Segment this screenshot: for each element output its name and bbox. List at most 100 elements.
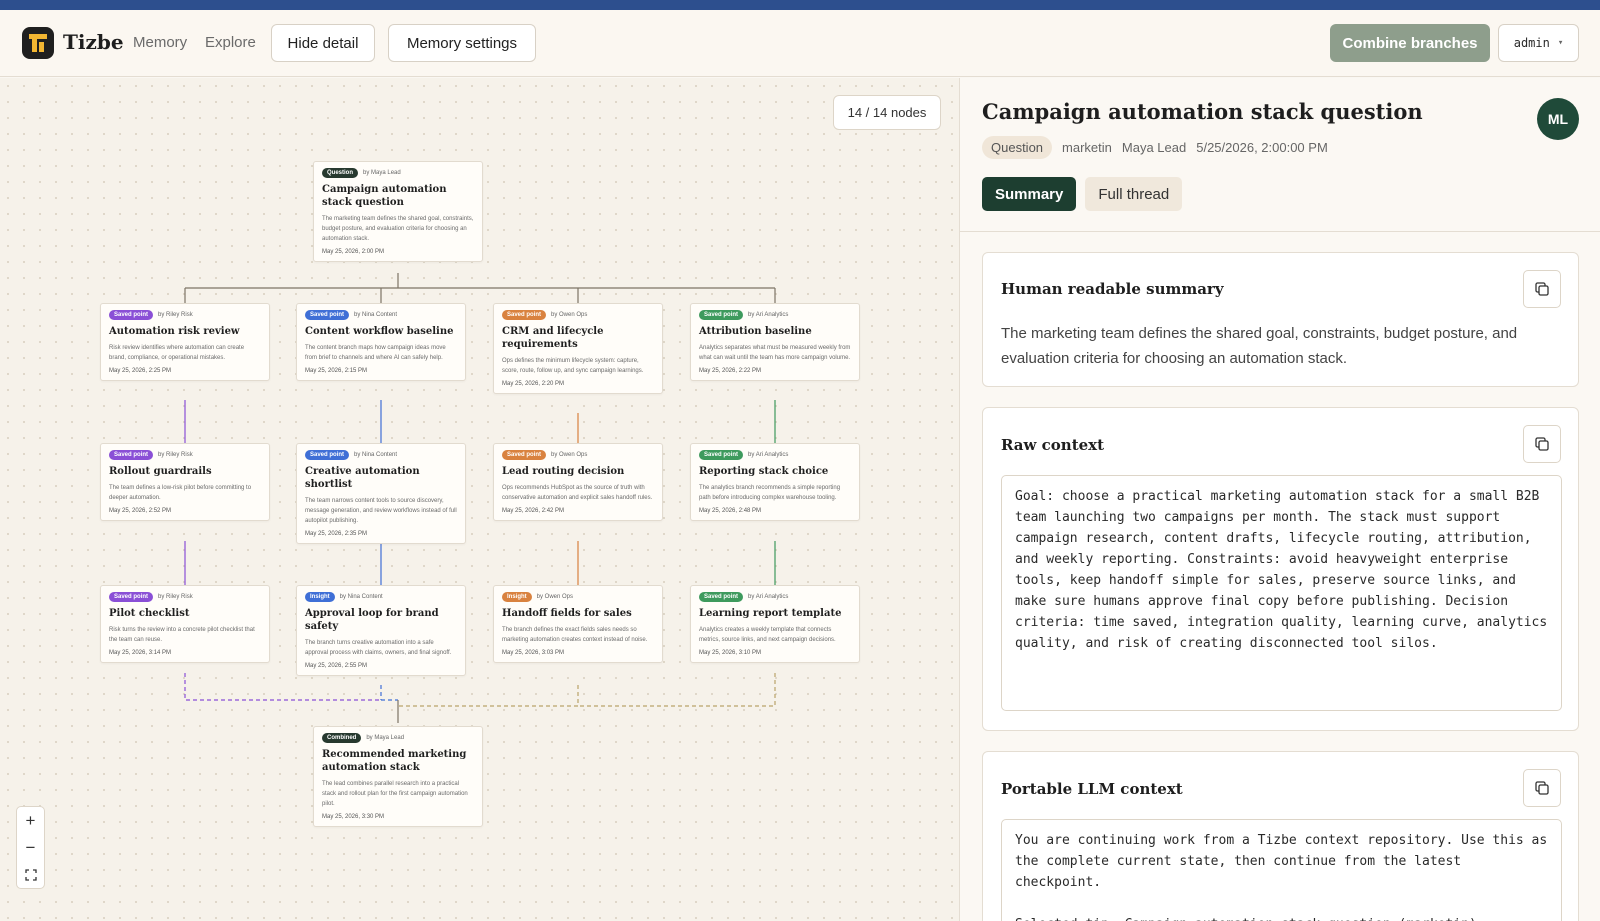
- raw-context-title: Raw context: [1001, 436, 1105, 454]
- node-body: Risk review identifies where automation …: [109, 345, 245, 361]
- raw-context-textarea[interactable]: Goal: choose a practical marketing autom…: [1001, 475, 1562, 711]
- node-body: The lead combines parallel research into…: [322, 781, 468, 807]
- avatar[interactable]: ML: [1537, 98, 1579, 140]
- graph-node[interactable]: Question by Maya Lead Campaign automation…: [313, 161, 483, 262]
- brand-name: Tizbe: [63, 30, 124, 54]
- node-author: by Nina Content: [339, 594, 383, 600]
- node-date: May 25, 2026, 2:00 PM: [322, 249, 385, 255]
- graph-node[interactable]: Saved point by Riley Risk Rollout guardra…: [100, 443, 270, 521]
- graph-node[interactable]: Saved point by Ari Analytics Attribution …: [690, 303, 860, 381]
- author-name: Maya Lead: [1121, 140, 1187, 155]
- copy-icon[interactable]: [1523, 769, 1561, 807]
- graph-canvas[interactable]: 14 / 14 nodes Question by Maya Lead Campa…: [0, 78, 959, 921]
- graph-node[interactable]: Insight by Owen Ops Handoff fields for sa…: [493, 585, 663, 663]
- graph-node[interactable]: Saved point by Riley Risk Pilot checklist…: [100, 585, 270, 663]
- graph-node[interactable]: Insight by Nina Content Approval loop for…: [296, 585, 466, 676]
- chevron-down-icon: ▾: [1557, 38, 1564, 48]
- summary-text: The marketing team defines the shared go…: [1001, 325, 1518, 367]
- node-body: Analytics creates a weekly template that…: [699, 627, 836, 643]
- node-author: by Nina Content: [354, 312, 398, 318]
- graph-node[interactable]: Saved point by Riley Risk Automation risk…: [100, 303, 270, 381]
- node-author: by Owen Ops: [536, 594, 574, 600]
- node-author: by Riley Risk: [158, 312, 193, 318]
- combine-branches-button[interactable]: Combine branches: [1330, 24, 1490, 62]
- node-date: May 25, 2026, 2:48 PM: [699, 508, 762, 514]
- raw-context-card: Raw context Goal: choose a practical mar…: [982, 407, 1579, 731]
- graph-node[interactable]: Saved point by Nina Content Creative auto…: [296, 443, 466, 544]
- node-date: May 25, 2026, 3:10 PM: [699, 650, 762, 656]
- graph-node[interactable]: Saved point by Owen Ops Lead routing deci…: [493, 443, 663, 521]
- llm-context-card: Portable LLM context You are continuing …: [982, 751, 1579, 921]
- node-badge: Saved point: [502, 450, 547, 460]
- detail-title: Campaign automation stack question: [982, 99, 1423, 124]
- node-body: The team defines a low-risk pilot before…: [109, 485, 252, 501]
- node-body: Ops recommends HubSpot as the source of …: [502, 485, 653, 501]
- node-badge: Saved point: [699, 310, 744, 320]
- node-date: May 25, 2026, 2:42 PM: [502, 508, 565, 514]
- node-body: The branch defines the exact fields sale…: [502, 627, 648, 643]
- app-header: Tizbe Memory Explore Hide detail Memory …: [0, 10, 1600, 77]
- detail-tabs: Summary Full thread: [982, 177, 1183, 211]
- summary-card-title: Human readable summary: [1001, 280, 1224, 298]
- node-title: Creative automation shortlist: [305, 466, 420, 490]
- node-author: by Ari Analytics: [748, 594, 789, 600]
- node-date: May 25, 2026, 2:22 PM: [699, 368, 762, 374]
- user-name: admin: [1513, 36, 1550, 50]
- nav-memory[interactable]: Memory: [133, 34, 187, 51]
- zoom-controls: + −: [16, 806, 45, 889]
- user-menu[interactable]: admin ▾: [1498, 24, 1579, 62]
- node-body: The analytics branch recommends a simple…: [699, 485, 841, 501]
- node-body: Risk turns the review into a concrete pi…: [109, 627, 255, 643]
- node-author: by Owen Ops: [551, 312, 588, 318]
- graph-node[interactable]: Saved point by Nina Content Content workf…: [296, 303, 466, 381]
- graph-node[interactable]: Combined by Maya Lead Recommended marketi…: [313, 726, 483, 827]
- memory-settings-button[interactable]: Memory settings: [388, 24, 536, 62]
- node-title: Handoff fields for sales: [502, 608, 632, 619]
- node-title: Automation risk review: [109, 326, 240, 337]
- node-author: by Ari Analytics: [748, 452, 789, 458]
- zoom-in-icon[interactable]: +: [17, 807, 44, 834]
- llm-context-title: Portable LLM context: [1001, 780, 1183, 798]
- node-badge: Question: [322, 168, 359, 178]
- copy-icon[interactable]: [1523, 270, 1561, 308]
- detail-panel: Campaign automation stack question ML Qu…: [959, 78, 1600, 921]
- node-title: Learning report template: [699, 608, 842, 619]
- node-title: Recommended marketing automation stack: [322, 749, 467, 773]
- node-author: by Riley Risk: [158, 452, 193, 458]
- node-title: Campaign automation stack question: [322, 184, 447, 208]
- timestamp: 5/25/2026, 2:00:00 PM: [1196, 140, 1328, 155]
- node-badge: Saved point: [109, 450, 154, 460]
- top-accent-strip: [0, 0, 1600, 10]
- llm-context-textarea[interactable]: You are continuing work from a Tizbe con…: [1001, 819, 1562, 921]
- tab-summary[interactable]: Summary: [982, 177, 1077, 211]
- node-author: by Riley Risk: [158, 594, 193, 600]
- node-author: by Nina Content: [354, 452, 398, 458]
- node-badge: Saved point: [109, 592, 154, 602]
- node-badge: Saved point: [305, 310, 350, 320]
- fit-view-icon[interactable]: [17, 861, 44, 888]
- node-body: Analytics separates what must be measure…: [699, 345, 851, 361]
- node-date: May 25, 2026, 2:25 PM: [109, 368, 172, 374]
- node-title: Pilot checklist: [109, 608, 190, 619]
- node-date: May 25, 2026, 2:20 PM: [502, 381, 565, 387]
- hide-detail-button[interactable]: Hide detail: [271, 24, 375, 62]
- node-badge: Saved point: [109, 310, 154, 320]
- type-badge: Question: [982, 136, 1053, 159]
- graph-node[interactable]: Saved point by Ari Analytics Reporting st…: [690, 443, 860, 521]
- node-date: May 25, 2026, 2:15 PM: [305, 368, 368, 374]
- node-badge: Combined: [322, 733, 362, 743]
- copy-icon[interactable]: [1523, 425, 1561, 463]
- node-date: May 25, 2026, 2:35 PM: [305, 531, 368, 537]
- node-title: Rollout guardrails: [109, 466, 212, 477]
- node-badge: Saved point: [305, 450, 350, 460]
- logo-icon[interactable]: [22, 27, 54, 59]
- graph-node[interactable]: Saved point by Ari Analytics Learning rep…: [690, 585, 860, 663]
- tab-full-thread[interactable]: Full thread: [1085, 177, 1183, 211]
- node-author: by Owen Ops: [551, 452, 588, 458]
- node-title: CRM and lifecycle requirements: [502, 326, 604, 350]
- node-body: Ops defines the minimum lifecycle system…: [502, 358, 644, 374]
- zoom-out-icon[interactable]: −: [17, 834, 44, 861]
- nav-explore[interactable]: Explore: [205, 34, 256, 51]
- node-body: The team narrows content tools to source…: [305, 498, 457, 524]
- graph-node[interactable]: Saved point by Owen Ops CRM and lifecycle…: [493, 303, 663, 394]
